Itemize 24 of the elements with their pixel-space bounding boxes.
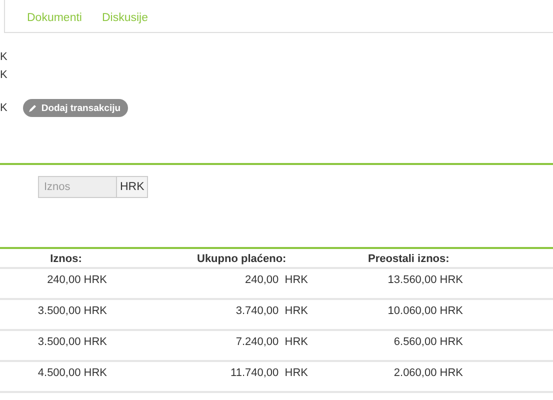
table-cell-text: 2.060,00 HRK bbox=[392, 366, 464, 381]
table-cell-text: 3.500,00 HRK bbox=[36, 335, 108, 350]
currency-addon: HRK bbox=[117, 176, 148, 198]
table-cell-text: 13.560,00 HRK bbox=[386, 273, 464, 288]
summary-text: K bbox=[0, 102, 8, 114]
amount-input-field[interactable]: Iznos bbox=[38, 176, 117, 198]
table-cell-text: 10.060,00 HRK bbox=[386, 304, 464, 319]
tab[interactable]: Diskusije bbox=[92, 0, 158, 32]
add-transaction-button[interactable]: Dodaj transakciju bbox=[23, 99, 128, 117]
table-cell-text: 4.500,00 HRK bbox=[36, 366, 108, 381]
summary-text: K bbox=[0, 50, 8, 65]
column-header: Iznos: bbox=[49, 252, 83, 267]
summary-text: K bbox=[0, 68, 8, 83]
tab[interactable]: Dokumenti bbox=[17, 0, 92, 32]
table-cell-text: 3.500,00 HRK bbox=[36, 304, 108, 319]
table-cell-text: 11.740,00 HRK bbox=[230, 366, 309, 381]
column-header: Preostali iznos: bbox=[367, 252, 450, 267]
table-cell-text: 240,00 HRK bbox=[46, 273, 108, 288]
table-cell-text: 3.740,00 HRK bbox=[234, 304, 309, 319]
table-cell-text: 7.240,00 HRK bbox=[234, 335, 309, 350]
pencil-icon bbox=[29, 104, 38, 112]
table-cell-text: 6.560,00 HRK bbox=[392, 335, 464, 350]
column-header: Ukupno plaćeno: bbox=[196, 252, 288, 267]
table-cell-text: 240,00 HRK bbox=[244, 273, 309, 288]
